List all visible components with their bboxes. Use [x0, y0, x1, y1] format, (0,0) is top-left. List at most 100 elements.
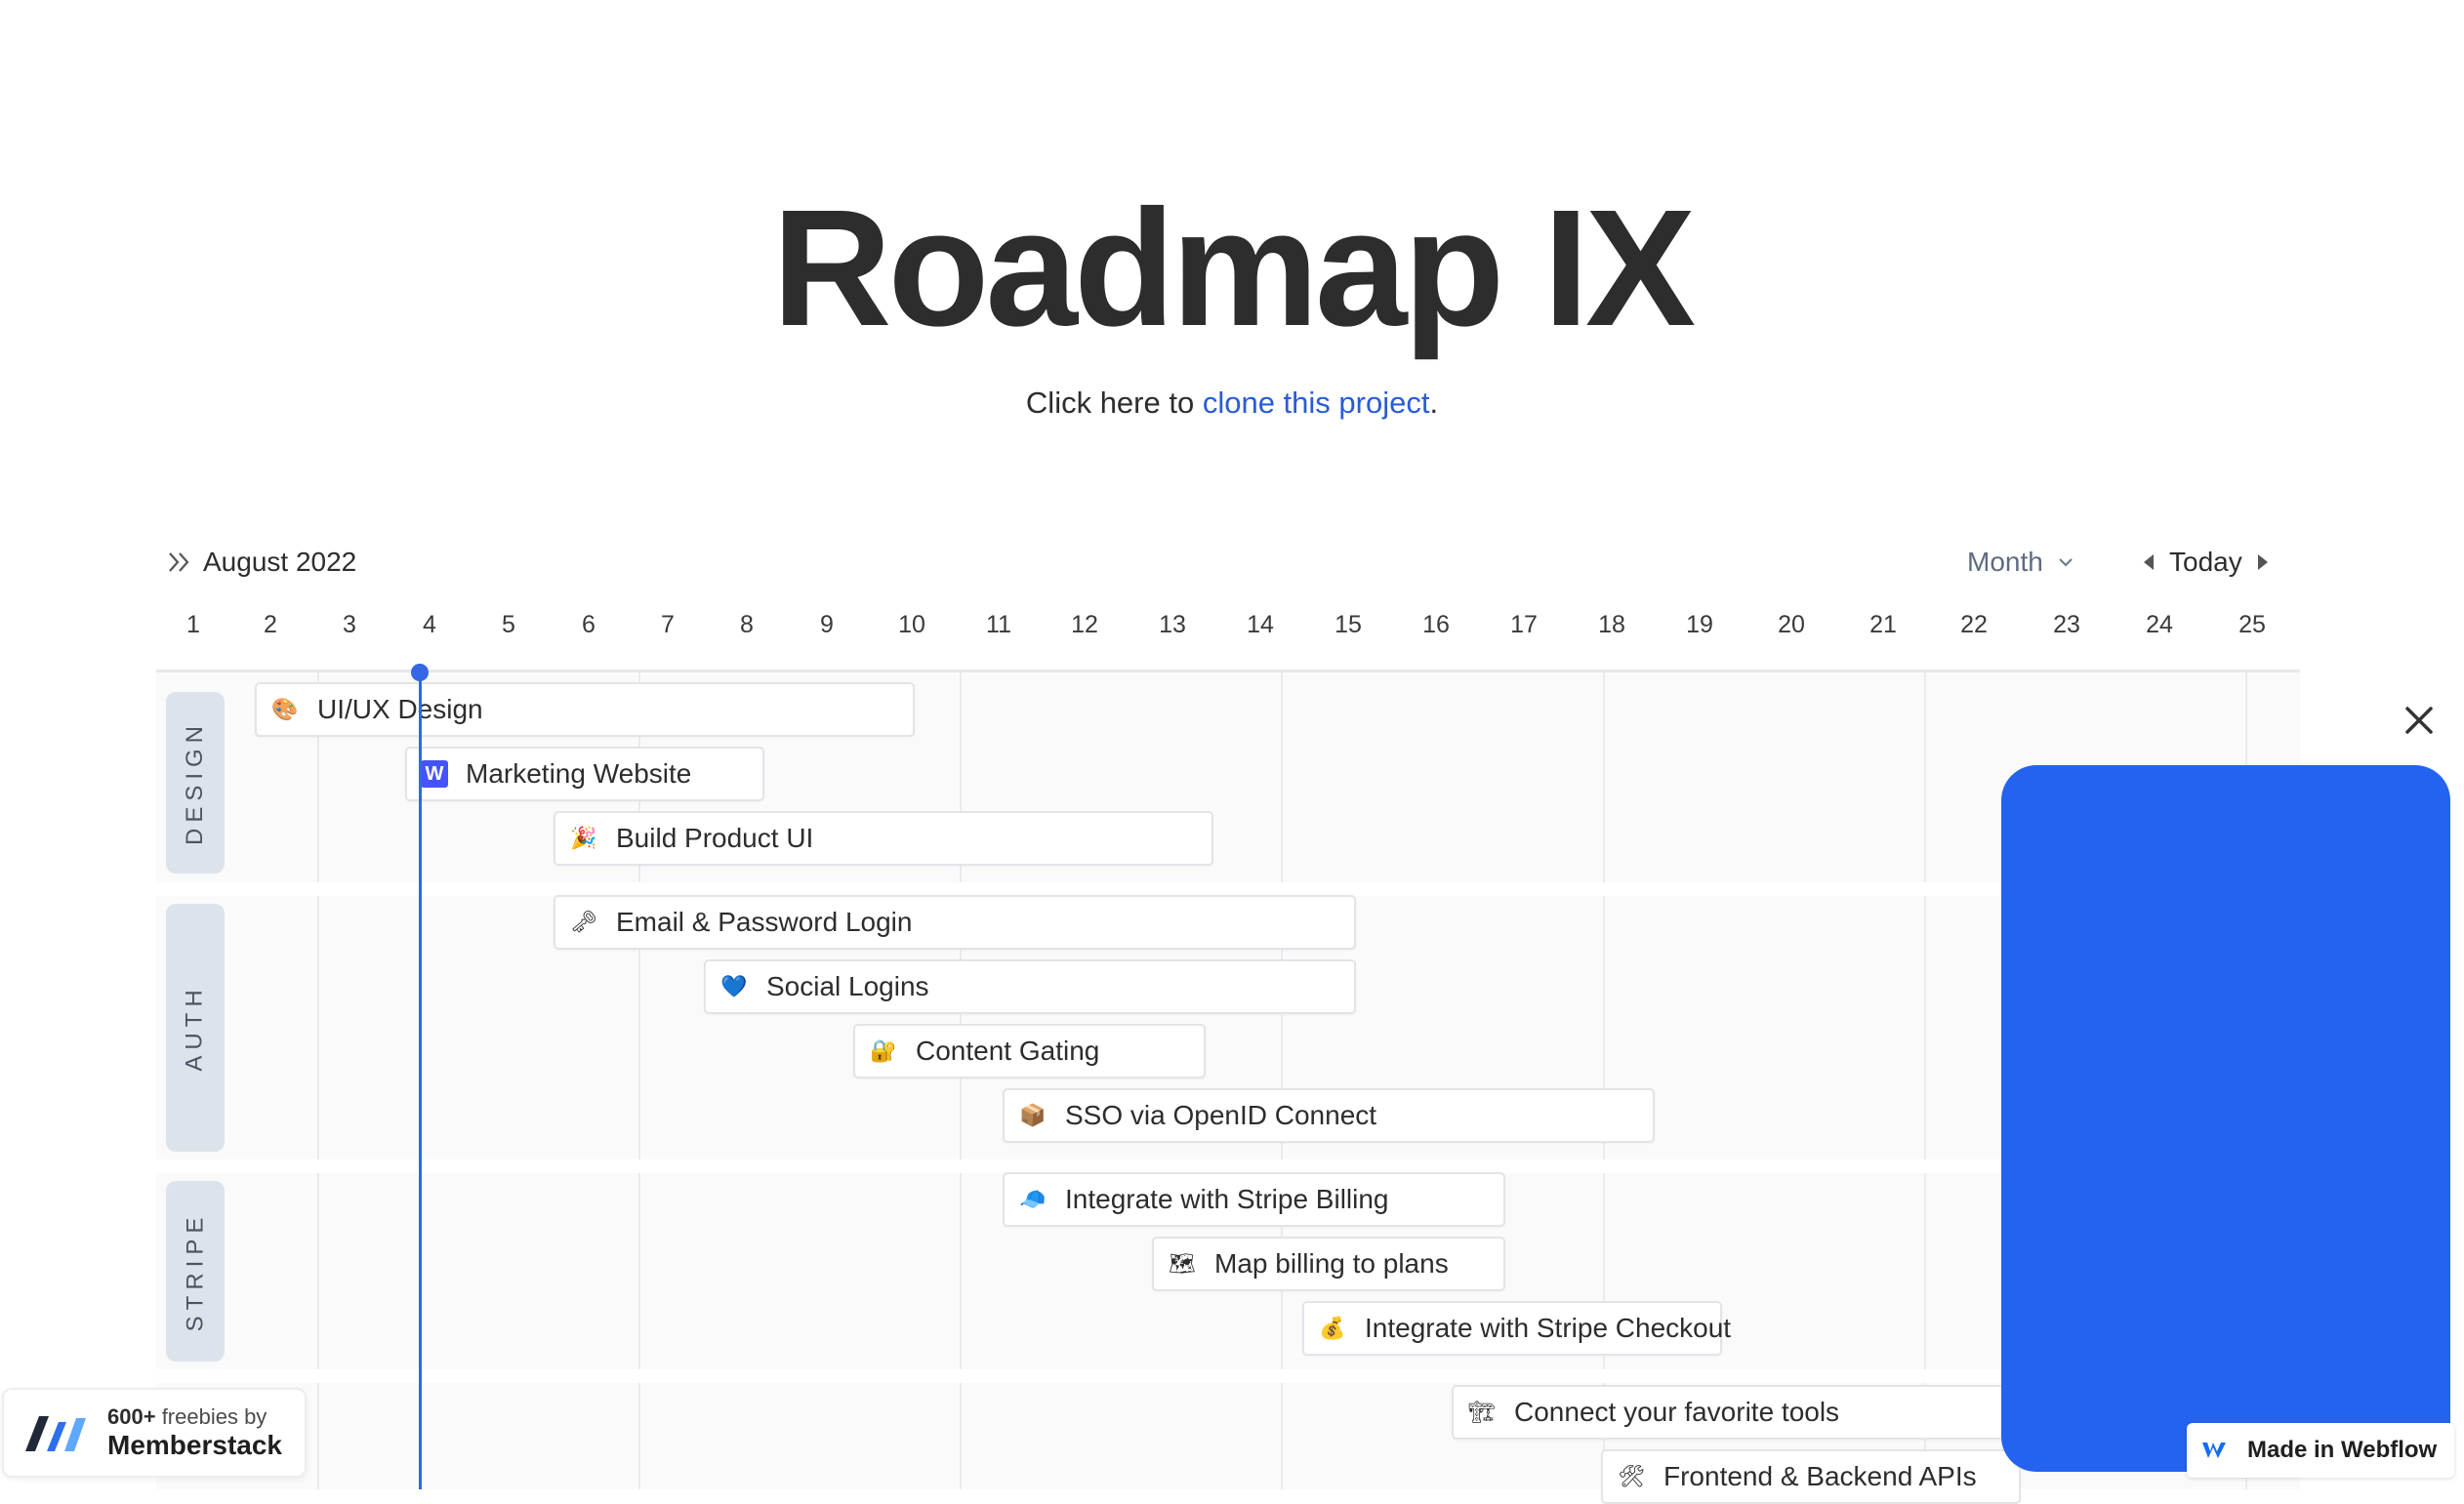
day-label: 11 — [986, 611, 1011, 638]
day-label: 16 — [1422, 611, 1450, 638]
page-title: Roadmap IX — [771, 176, 1696, 361]
memberstack-top-line: 600+ freebies by — [107, 1404, 282, 1429]
day-label: 2 — [264, 611, 277, 638]
crane-icon: 🏗 — [1468, 1400, 1496, 1424]
webflow-logo-icon — [2202, 1443, 2226, 1458]
grid-line — [317, 672, 319, 1489]
chevron-down-icon — [2059, 558, 2073, 567]
task-label: Map billing to plans — [1214, 1248, 1449, 1279]
day-label: 19 — [1686, 611, 1713, 638]
day-label: 10 — [898, 611, 925, 638]
package-icon: 📦 — [1019, 1103, 1047, 1127]
task-label: Build Product UI — [616, 823, 814, 853]
group-separator — [156, 1159, 2300, 1173]
group-label-auth: AUTH — [166, 904, 225, 1152]
day-label: 24 — [2146, 611, 2173, 638]
tools-icon: 🛠 — [1618, 1464, 1645, 1488]
today-marker-line — [419, 672, 422, 1489]
current-month-label: August 2022 — [203, 547, 357, 577]
task-label: Content Gating — [916, 1036, 1100, 1066]
subtitle: Click here to clone this project. — [0, 386, 2464, 421]
today-button[interactable]: Today — [2169, 547, 2242, 578]
cap-icon: 🧢 — [1019, 1187, 1047, 1211]
today-marker-dot — [411, 664, 429, 681]
made-in-webflow-badge[interactable]: Made in Webflow — [2187, 1423, 2454, 1478]
memberstack-logo-icon — [25, 1416, 86, 1451]
task-bar[interactable]: 🏗 Connect your favorite tools — [1452, 1385, 2037, 1440]
webflow-badge-label: Made in Webflow — [2247, 1437, 2438, 1463]
group-label-stripe: STRIPE — [166, 1181, 225, 1362]
day-label: 3 — [343, 611, 356, 638]
map-icon: 🗺 — [1169, 1251, 1196, 1276]
memberstack-badge[interactable]: 600+ freebies by Memberstack — [2, 1388, 307, 1478]
subtitle-prefix: Click here to — [1025, 386, 1203, 420]
key-icon: 🗝 — [570, 910, 597, 934]
memberstack-text: 600+ freebies by Memberstack — [107, 1404, 282, 1460]
day-label: 14 — [1247, 611, 1274, 638]
timeline-toolbar: August 2022 Month Today — [156, 543, 2308, 582]
month-navigator[interactable]: August 2022 — [166, 547, 356, 578]
group-label-text: AUTH — [182, 984, 208, 1072]
day-label: 9 — [820, 611, 834, 638]
task-label: Integrate with Stripe Checkout — [1365, 1313, 1732, 1343]
day-label: 8 — [740, 611, 754, 638]
day-label: 5 — [502, 611, 515, 638]
grid-line — [1924, 672, 1926, 1489]
day-header: 1 2 3 4 5 6 7 8 9 10 11 12 13 14 15 16 1… — [0, 611, 2464, 646]
day-label: 21 — [1869, 611, 1897, 638]
day-label: 17 — [1510, 611, 1538, 638]
day-label: 1 — [186, 611, 200, 638]
blue-heart-icon: 💙 — [720, 974, 748, 998]
day-label: 25 — [2238, 611, 2266, 638]
task-label: UI/UX Design — [317, 694, 483, 724]
task-label: Integrate with Stripe Billing — [1065, 1184, 1389, 1214]
task-label: Social Logins — [766, 971, 929, 1001]
party-popper-icon: 🎉 — [570, 826, 597, 850]
task-bar[interactable]: 🗝 Email & Password Login — [554, 895, 1356, 950]
day-label: 7 — [661, 611, 675, 638]
task-label: Marketing Website — [466, 758, 692, 789]
day-label: 13 — [1159, 611, 1186, 638]
group-label-design: DESIGN — [166, 692, 225, 874]
task-label: Connect your favorite tools — [1514, 1397, 1840, 1427]
memberstack-count: 600+ — [107, 1404, 156, 1430]
next-arrow-icon[interactable] — [2257, 554, 2268, 570]
money-bag-icon: 💰 — [1319, 1316, 1346, 1340]
grid-line — [1603, 672, 1605, 1489]
task-bar[interactable]: 🧢 Integrate with Stripe Billing — [1003, 1172, 1505, 1227]
memberstack-name: Memberstack — [107, 1429, 282, 1460]
day-label: 20 — [1778, 611, 1805, 638]
close-icon[interactable] — [2400, 701, 2439, 740]
task-bar[interactable]: 🔐 Content Gating — [853, 1024, 1206, 1078]
day-label: 12 — [1071, 611, 1098, 638]
task-bar[interactable]: 🎨 UI/UX Design — [255, 682, 915, 737]
task-bar[interactable]: 🛠 Frontend & Backend APIs — [1601, 1449, 2021, 1504]
day-label: 15 — [1335, 611, 1362, 638]
palette-icon: 🎨 — [271, 697, 299, 721]
task-bar[interactable]: 💙 Social Logins — [704, 959, 1356, 1014]
task-bar[interactable]: 💰 Integrate with Stripe Checkout — [1302, 1301, 1731, 1356]
lock-icon: 🔐 — [870, 1038, 897, 1063]
task-bar[interactable]: W Marketing Website — [405, 747, 764, 801]
grid-line — [1281, 672, 1283, 1489]
task-label: Frontend & Backend APIs — [1663, 1461, 1977, 1491]
group-label-text: STRIPE — [182, 1211, 208, 1331]
previous-arrow-icon[interactable] — [2144, 554, 2154, 570]
clone-project-link[interactable]: clone this project — [1203, 386, 1430, 420]
task-bar[interactable]: 🎉 Build Product UI — [554, 811, 1213, 866]
webflow-icon: W — [421, 760, 448, 788]
promo-panel — [2001, 765, 2450, 1472]
day-label: 4 — [423, 611, 436, 638]
subtitle-suffix: . — [1429, 386, 1439, 420]
group-label-text: DESIGN — [182, 719, 209, 846]
task-label: Email & Password Login — [616, 907, 913, 937]
view-select-value: Month — [1967, 547, 2043, 577]
task-bar[interactable]: 📦 SSO via OpenID Connect — [1003, 1088, 1655, 1143]
double-chevron-right-icon — [169, 552, 189, 572]
task-label: SSO via OpenID Connect — [1065, 1100, 1377, 1130]
day-label: 22 — [1960, 611, 1988, 638]
day-label: 23 — [2053, 611, 2080, 638]
task-bar[interactable]: 🗺 Map billing to plans — [1152, 1237, 1505, 1291]
view-select[interactable]: Month — [1967, 547, 2074, 578]
grid-line — [960, 672, 962, 1489]
